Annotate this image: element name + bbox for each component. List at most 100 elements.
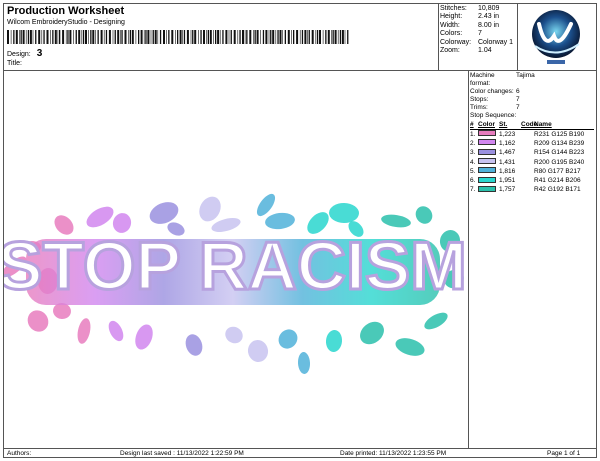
barcode-bar [219, 30, 221, 44]
color-swatch [478, 130, 496, 137]
barcode-bar [183, 30, 186, 44]
splash-drop [381, 214, 411, 228]
barcode-bar [207, 30, 209, 44]
page-title: Production Worksheet [7, 5, 125, 17]
color-name: R42 G192 B171 [534, 186, 581, 194]
barcode-bar [121, 30, 123, 44]
barcode-bar [129, 30, 131, 44]
barcode-bar [150, 30, 152, 44]
barcode-bar [157, 30, 159, 44]
barcode-bar [230, 30, 232, 44]
table-row: 3. 1,467 R154 G144 B223 [470, 148, 594, 158]
splash-drop [395, 338, 425, 356]
barcode-bar [120, 30, 121, 44]
barcode-bar [78, 30, 81, 44]
barcode-bar [186, 30, 189, 44]
barcode-bar [339, 30, 342, 44]
barcode-bar [75, 30, 77, 44]
barcode-bar [307, 30, 308, 44]
barcode-bar [128, 30, 129, 44]
splash-drop [27, 310, 49, 332]
barcode-bar [316, 30, 319, 44]
color-name: R41 G214 B206 [534, 177, 581, 185]
barcode-bar [43, 30, 45, 44]
column-header: # [470, 121, 474, 128]
barcode-bar [19, 30, 20, 44]
stat-value: 10,809 [478, 5, 500, 12]
barcode-bar [237, 30, 239, 44]
color-swatch [478, 167, 496, 174]
barcode-bar [171, 30, 174, 44]
barcode-bar [41, 30, 43, 44]
barcode-bar [117, 30, 120, 44]
stop-number: 2. [470, 139, 476, 147]
barcode-bar [332, 30, 334, 44]
barcode-bar [301, 30, 304, 44]
barcode-bar [311, 30, 314, 44]
barcode-bar [344, 30, 346, 44]
barcode-bar [25, 30, 27, 44]
barcode-bar [114, 30, 116, 44]
stat-label: Stitches: [440, 5, 467, 12]
divider [4, 448, 596, 449]
barcode-bar [287, 30, 290, 44]
barcode-bar [27, 30, 30, 44]
barcode-bar [296, 30, 299, 44]
barcode-bar [138, 30, 140, 44]
stat-row: Width: 8.00 in [440, 22, 513, 30]
barcode-bar [275, 30, 277, 44]
barcode-bar [131, 30, 134, 44]
stat-row: Zoom: 1.04 [440, 47, 513, 55]
barcode-bar [268, 30, 270, 44]
machine-row: Stops: 7 [470, 96, 594, 104]
splash-drop [247, 340, 269, 362]
splash-drop [199, 196, 221, 222]
barcode-bar [175, 30, 176, 44]
worksheet: Production Worksheet Wilcom EmbroiderySt… [3, 3, 597, 458]
barcode-bar [228, 30, 230, 44]
barcode-bar [97, 30, 99, 44]
stop-sequence-header: # Color St. Code Name [470, 121, 594, 130]
machine-panel: Machine format: Tajima Color changes: 6 Stop… [470, 72, 594, 195]
barcode-bar [62, 30, 65, 44]
barcode-bar [145, 30, 147, 44]
barcode-bar [177, 30, 179, 44]
barcode-bar [304, 30, 307, 44]
barcode-bar [20, 30, 22, 44]
barcode-bar [242, 30, 244, 44]
barcode-bar [52, 30, 54, 44]
table-row: 6. 1,951 R41 G214 B206 [470, 176, 594, 185]
splash-drop [360, 321, 384, 345]
barcode-bar [198, 30, 199, 44]
barcode-bar [200, 30, 202, 44]
stitch-count: 1,223 [499, 130, 516, 138]
design-preview: STOP RACISM [4, 193, 468, 374]
stop-number: 7. [470, 186, 476, 194]
barcode-bar [272, 30, 275, 44]
barcode-bar [225, 30, 228, 44]
color-cell [478, 139, 499, 148]
barcode-bar [244, 30, 246, 44]
barcode-bar [190, 30, 192, 44]
barcode-bar [82, 30, 85, 44]
barcode-bar [192, 30, 194, 44]
barcode-bar [147, 30, 150, 44]
splash-drop [278, 329, 298, 349]
splash-drop [225, 326, 243, 344]
design-row: Design: 3 [7, 48, 42, 59]
barcode-bar [57, 30, 59, 44]
barcode-bar [291, 30, 292, 44]
barcode-bar [322, 30, 324, 44]
machine-label: Machine format: [470, 72, 495, 87]
machine-value: 7 [516, 104, 520, 111]
splash-drop [77, 318, 91, 344]
software-subtitle: Wilcom EmbroideryStudio - Designing [7, 19, 125, 26]
color-swatch [478, 139, 496, 146]
design-value: 3 [36, 48, 43, 59]
table-row: 7. 1,757 R42 G192 B171 [470, 185, 594, 195]
barcode-bar [90, 30, 92, 44]
column-header: St. [499, 121, 508, 128]
barcode-bar [13, 30, 15, 44]
barcode-bar [270, 30, 272, 44]
splash-drop [329, 202, 359, 224]
